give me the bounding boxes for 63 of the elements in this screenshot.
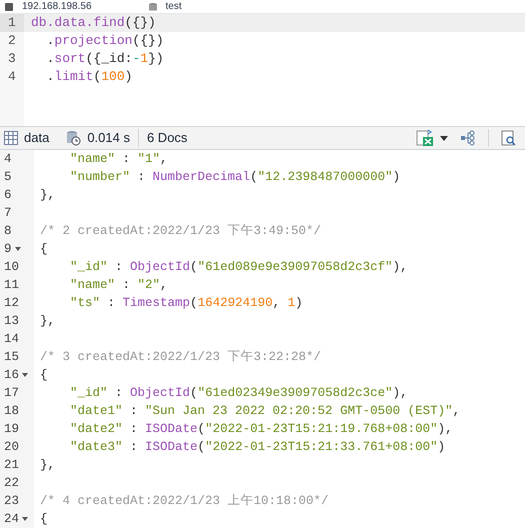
database-label: test: [166, 0, 182, 12]
line-number: 6: [4, 187, 12, 204]
line-number: 15: [4, 349, 20, 366]
host-label: 192.168.198.56: [22, 0, 92, 12]
line-number: 22: [4, 475, 20, 492]
code-line: "name" : "2",: [69, 277, 168, 294]
code-line: db.data.find({}): [31, 14, 156, 32]
code-line: },: [40, 187, 56, 204]
collection-label: data: [24, 129, 50, 148]
export-spreadsheet-icon[interactable]: [416, 129, 434, 147]
line-number: 4: [4, 151, 12, 168]
code-line: },: [40, 313, 56, 330]
line-number: 9: [4, 241, 12, 258]
line-number: 14: [4, 331, 20, 348]
line-number: 10: [4, 259, 20, 276]
code-line: "number" : NumberDecimal("12.2398487000000"): [69, 169, 400, 186]
line-number: 5: [4, 169, 12, 186]
table-icon: [4, 131, 18, 145]
code-line: "date2" : ISODate("2022-01-23T15:21:19.768+08:00"),: [69, 421, 453, 438]
code-line: },: [40, 457, 56, 474]
line-number: 1: [0, 14, 24, 32]
code-line: {: [40, 367, 48, 384]
code-line: /* 3 createdAt:2022/1/23 下午3:22:28*/: [40, 349, 322, 366]
code-line: "date3" : ISODate("2022-01-23T15:21:33.761+08:00"): [69, 439, 446, 456]
line-number: 23: [4, 493, 20, 510]
line-number: 20: [4, 439, 20, 456]
code-line: "_id" : ObjectId("61ed02349e39097058d2c3ce"),: [69, 385, 408, 402]
caret-icon[interactable]: [440, 136, 448, 140]
server-icon: [4, 2, 14, 12]
line-number: 17: [4, 385, 20, 402]
line-number: 24: [4, 511, 20, 528]
fold-toggle-icon[interactable]: [22, 373, 28, 377]
code-line: .projection({}): [46, 32, 164, 50]
tree-view-icon[interactable]: [460, 130, 476, 146]
search-document-icon[interactable]: [501, 130, 517, 146]
code-line: "_id" : ObjectId("61ed089e9e39097058d2c3cf"),: [69, 259, 408, 276]
code-line: /* 2 createdAt:2022/1/23 下午3:49:50*/: [40, 223, 322, 240]
line-number: 12: [4, 295, 20, 312]
code-line: {: [40, 511, 48, 528]
database-icon: [148, 2, 158, 12]
fold-toggle-icon[interactable]: [22, 517, 28, 521]
line-number: 3: [0, 50, 24, 68]
database-clock-icon: [65, 130, 82, 146]
line-number: 21: [4, 457, 20, 474]
code-line: "name" : "1",: [69, 151, 168, 168]
code-line: /* 4 createdAt:2022/1/23 上午10:18:00*/: [40, 492, 329, 510]
line-number: 8: [4, 223, 12, 240]
code-line: "date1" : "Sun Jan 23 2022 02:20:52 GMT-0500 (EST)",: [69, 403, 460, 420]
code-line: .sort({_id:-1}): [46, 50, 164, 68]
line-number: 13: [4, 313, 20, 330]
line-number: 4: [0, 68, 24, 86]
line-number: 18: [4, 403, 20, 420]
line-number: 2: [0, 32, 24, 50]
code-line: {: [40, 241, 48, 258]
line-number: 19: [4, 421, 20, 438]
code-line: "ts" : Timestamp(1642924190, 1): [69, 295, 303, 312]
line-number: 7: [4, 205, 12, 222]
line-number: 11: [4, 277, 20, 294]
document-count: 6 Docs: [146, 129, 188, 148]
code-line: .limit(100): [46, 68, 132, 86]
line-number: 16: [4, 367, 20, 384]
fold-toggle-icon[interactable]: [14, 247, 21, 251]
query-time: 0.014 s: [87, 129, 130, 148]
